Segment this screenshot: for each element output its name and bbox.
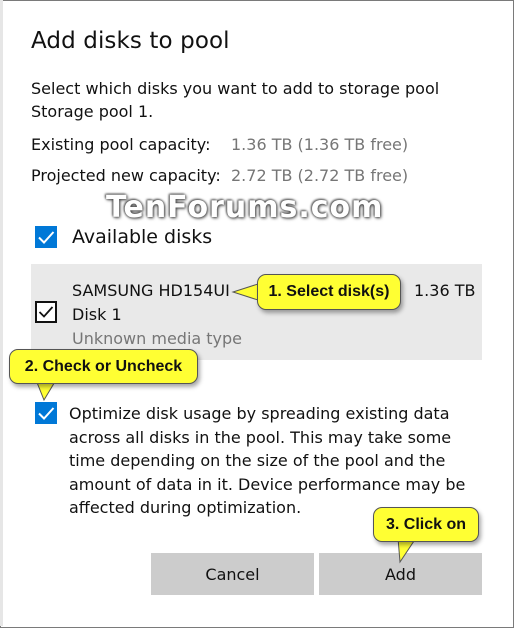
callout-check-uncheck: 2. Check or Uncheck xyxy=(9,349,198,384)
callout-select-disks: 1. Select disk(s) xyxy=(257,274,401,310)
callout-click-on: 3. Click on xyxy=(373,507,479,542)
